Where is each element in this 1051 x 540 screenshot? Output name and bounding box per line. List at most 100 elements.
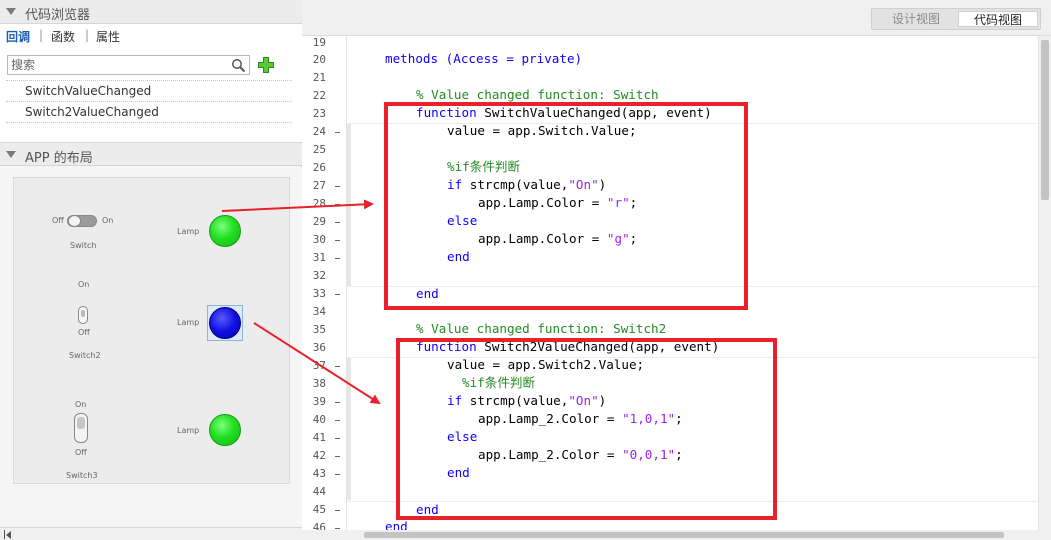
switch3-rocker[interactable] <box>74 413 88 443</box>
horizontal-scroll-thumb[interactable] <box>364 532 1004 538</box>
app-layout-preview: Off On Switch Lamp On Off Switch2 Lamp O… <box>13 177 290 484</box>
line-number: 22 <box>312 89 326 102</box>
editor-horizontal-scrollbar[interactable] <box>302 530 1051 540</box>
lamp2-label: Lamp <box>177 318 200 327</box>
line-number: 31 <box>312 251 326 264</box>
highlight-box-switch-callback <box>384 102 748 310</box>
line-number: 43 <box>312 467 326 480</box>
search-box <box>7 55 250 75</box>
line-number: 38 <box>312 377 326 390</box>
scroll-left-icon[interactable] <box>6 531 11 539</box>
collapse-triangle-icon[interactable] <box>6 151 16 158</box>
tab-functions[interactable]: 函数 <box>51 28 75 45</box>
highlight-box-switch2-callback <box>396 338 777 520</box>
search-icon[interactable] <box>231 58 246 73</box>
line-number: 30 <box>312 233 326 246</box>
lamp1-icon <box>209 215 241 247</box>
breakpoint-marker[interactable] <box>335 186 340 187</box>
switch3-on-label: On <box>75 400 87 409</box>
scroll-start-bar <box>4 530 5 539</box>
line-number: 45 <box>312 503 326 516</box>
switch2-rocker[interactable] <box>78 306 88 324</box>
switch1-off-label: Off <box>52 216 64 225</box>
line-number: 23 <box>312 107 326 120</box>
code-view-button[interactable]: 代码视图 <box>958 11 1038 27</box>
line-number: 37 <box>312 359 326 372</box>
lamp3-label: Lamp <box>177 426 200 435</box>
code-browser-header[interactable]: 代码浏览器 <box>0 0 302 24</box>
vertical-scrollbar[interactable] <box>1038 36 1051 530</box>
line-number: 28 <box>312 197 326 210</box>
line-number: 20 <box>312 53 326 66</box>
switch2-name: Switch2 <box>69 351 101 360</box>
switch2-off-label: Off <box>78 328 90 337</box>
code-line: methods (Access = private) <box>385 51 583 66</box>
line-number: 25 <box>312 143 326 156</box>
view-toggle: 设计视图 代码视图 <box>871 8 1041 30</box>
list-item[interactable]: SwitchValueChanged <box>6 81 292 102</box>
breakpoint-marker[interactable] <box>335 204 340 205</box>
list-item[interactable]: Switch2ValueChanged <box>6 102 292 123</box>
app-layout-body: Off On Switch Lamp On Off Switch2 Lamp O… <box>0 167 302 527</box>
tab-separator: | <box>85 28 90 42</box>
line-number: 44 <box>312 485 326 498</box>
lamp2-icon <box>209 307 241 339</box>
collapse-triangle-icon[interactable] <box>6 8 16 15</box>
code-browser-body: 回调 | 函数 | 属性 SwitchValueChanged Switch2V… <box>0 24 302 142</box>
breakpoint-marker[interactable] <box>335 132 340 133</box>
switch2-dot <box>81 310 85 317</box>
line-number: 32 <box>312 269 326 282</box>
breakpoint-marker[interactable] <box>335 258 340 259</box>
switch3-name: Switch3 <box>66 471 98 480</box>
switch2-on-label: On <box>78 280 90 289</box>
left-horizontal-scrollbar[interactable] <box>0 527 302 540</box>
switch1-on-label: On <box>102 216 114 225</box>
editable-region-marker <box>347 358 351 500</box>
line-number: 21 <box>312 71 326 84</box>
breakpoint-marker[interactable] <box>335 402 340 403</box>
line-number-gutter: 19 20 21 22 23 24 25 26 27 28 29 30 31 3… <box>302 36 346 534</box>
lamp3-icon <box>209 414 241 446</box>
line-number: 29 <box>312 215 326 228</box>
app-layout-title: APP 的布局 <box>25 151 93 166</box>
switch1-knob <box>68 215 81 227</box>
line-number: 26 <box>312 161 326 174</box>
breakpoint-marker[interactable] <box>335 240 340 241</box>
breakpoint-marker[interactable] <box>335 474 340 475</box>
line-number: 33 <box>312 287 326 300</box>
line-number: 40 <box>312 413 326 426</box>
breakpoint-marker[interactable] <box>335 438 340 439</box>
add-callback-icon[interactable] <box>257 56 275 74</box>
switch1-slider[interactable] <box>67 215 97 227</box>
design-view-button[interactable]: 设计视图 <box>876 9 956 29</box>
breakpoint-marker[interactable] <box>335 510 340 511</box>
switch1-name: Switch <box>70 241 97 250</box>
editor-toolbar: 设计视图 代码视图 <box>302 0 1051 36</box>
line-number: 35 <box>312 323 326 336</box>
line-number: 24 <box>312 125 326 138</box>
editable-region-marker <box>347 124 351 286</box>
code-browser-title: 代码浏览器 <box>25 8 91 23</box>
tab-properties[interactable]: 属性 <box>96 28 120 45</box>
search-input[interactable] <box>11 57 221 73</box>
line-number: 27 <box>312 179 326 192</box>
line-number: 36 <box>312 341 326 354</box>
breakpoint-marker[interactable] <box>335 222 340 223</box>
breakpoint-marker[interactable] <box>335 528 340 529</box>
breakpoint-marker[interactable] <box>335 456 340 457</box>
line-number: 42 <box>312 449 326 462</box>
code-browser-panel: 代码浏览器 回调 | 函数 | 属性 SwitchValueChanged Sw… <box>0 0 302 540</box>
lamp1-label: Lamp <box>177 227 200 236</box>
line-number: 39 <box>312 395 326 408</box>
tab-separator: | <box>39 28 44 42</box>
line-number: 34 <box>312 305 326 318</box>
tab-callbacks[interactable]: 回调 <box>6 28 30 45</box>
line-number: 19 <box>312 36 326 49</box>
line-number: 41 <box>312 431 326 444</box>
breakpoint-marker[interactable] <box>335 366 340 367</box>
switch3-off-label: Off <box>75 448 87 457</box>
vertical-scroll-thumb[interactable] <box>1041 40 1049 200</box>
breakpoint-marker[interactable] <box>335 420 340 421</box>
app-layout-header[interactable]: APP 的布局 <box>0 142 302 166</box>
breakpoint-marker[interactable] <box>335 294 340 295</box>
